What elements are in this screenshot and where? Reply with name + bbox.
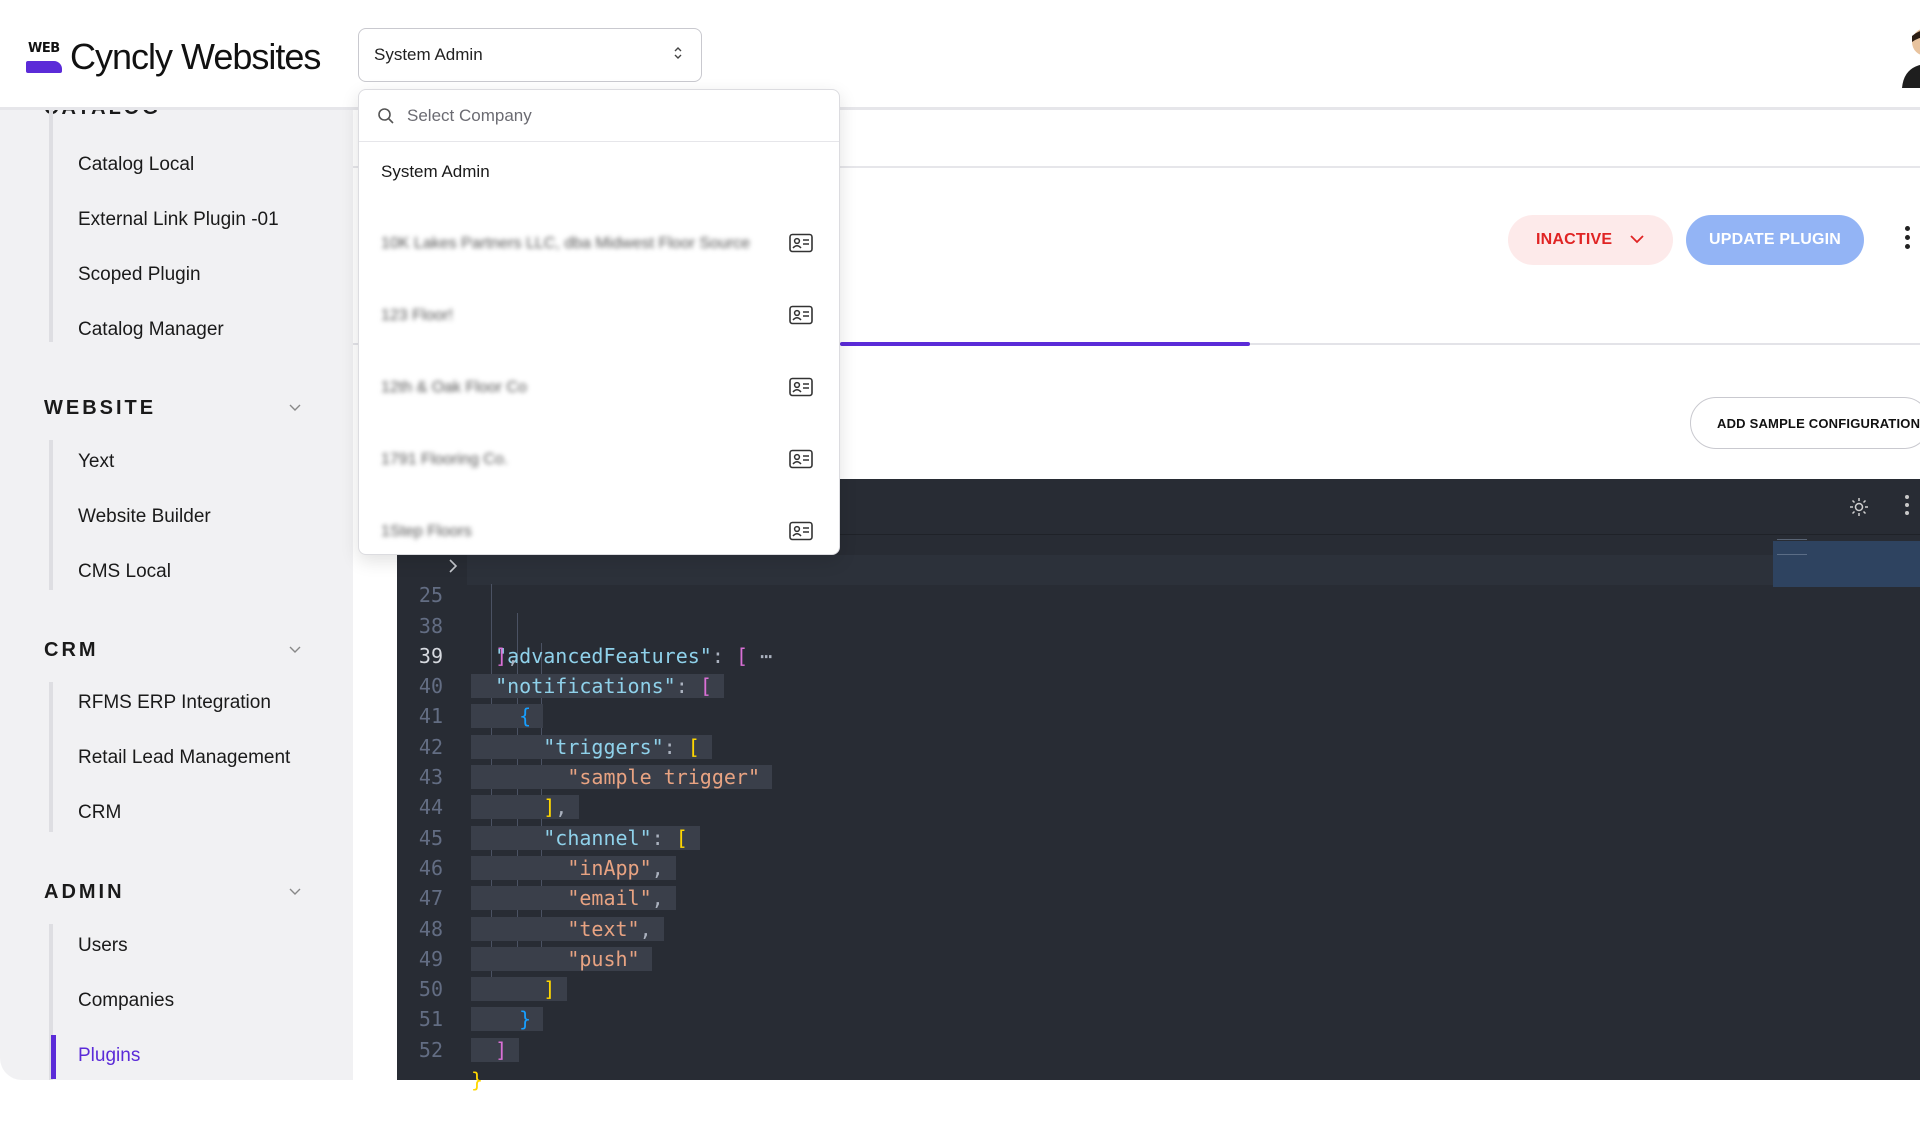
code-line: 49 ] bbox=[397, 914, 1773, 1002]
chevron-down-icon bbox=[1630, 235, 1644, 244]
fold-chevron-icon[interactable] bbox=[447, 558, 459, 574]
code-line: 45 "inApp", bbox=[397, 792, 1773, 880]
sidebar-section-catalog[interactable]: CATALOG bbox=[44, 110, 161, 120]
code-line: 52 } bbox=[418, 1037, 484, 1093]
code-line: 41 "triggers": [ bbox=[397, 671, 1773, 759]
code-line: 40 { bbox=[397, 641, 1773, 729]
active-indicator bbox=[51, 1035, 56, 1079]
logo-badge: WEB bbox=[28, 41, 60, 56]
code-line: 46 "email", bbox=[397, 823, 1773, 911]
chevron-down-icon[interactable] bbox=[288, 643, 302, 657]
code-line: 38 ], bbox=[418, 613, 520, 668]
sun-icon[interactable] bbox=[1849, 497, 1869, 517]
company-select-value: System Admin bbox=[374, 45, 483, 64]
sidebar-item-users[interactable]: Users bbox=[78, 935, 128, 957]
code-line: 44 "channel": [ bbox=[397, 762, 1773, 850]
sidebar: CATALOG Catalog Local External Link Plug… bbox=[0, 110, 353, 1080]
search-icon bbox=[378, 108, 394, 124]
kebab-icon[interactable] bbox=[1905, 495, 1911, 519]
sidebar-section-admin[interactable]: ADMIN bbox=[44, 881, 125, 904]
chevron-updown-icon bbox=[674, 47, 682, 59]
id-card-icon[interactable] bbox=[789, 305, 813, 325]
sidebar-item-retail-lead-management[interactable]: Retail Lead Management bbox=[78, 747, 290, 769]
sidebar-section-website[interactable]: WEBSITE bbox=[44, 397, 156, 420]
company-select[interactable]: System Admin bbox=[358, 28, 702, 82]
code-line: 47 "text", bbox=[397, 853, 1773, 941]
update-plugin-button[interactable]: UPDATE PLUGIN bbox=[1686, 215, 1864, 265]
company-search bbox=[359, 90, 839, 142]
code-lines[interactable]: 25 "advancedFeatures": [ ⋯ 38 ], 39 "not… bbox=[397, 550, 1773, 1093]
sidebar-item-catalog-manager[interactable]: Catalog Manager bbox=[78, 319, 224, 341]
company-option[interactable]: 12th & Oak Floor Co bbox=[359, 359, 839, 417]
chevron-down-icon[interactable] bbox=[288, 885, 302, 899]
active-tab-indicator bbox=[840, 342, 1250, 346]
status-dropdown-button[interactable]: INACTIVE bbox=[1508, 215, 1673, 265]
code-line: 43 ], bbox=[397, 732, 1773, 820]
logo-mark-icon: WEB bbox=[26, 39, 62, 75]
company-option[interactable]: 1Step Floors bbox=[359, 503, 839, 554]
chevron-down-icon[interactable] bbox=[288, 401, 302, 415]
company-dropdown: System Admin 10K Lakes Partners LLC, dba… bbox=[358, 89, 840, 555]
sidebar-section-crm[interactable]: CRM bbox=[44, 639, 99, 662]
kebab-icon[interactable] bbox=[1903, 226, 1911, 254]
sidebar-item-cms-local[interactable]: CMS Local bbox=[78, 561, 171, 583]
code-line: 51 ] bbox=[397, 974, 1773, 1062]
company-option[interactable]: 10K Lakes Partners LLC, dba Midwest Floo… bbox=[359, 215, 839, 273]
company-option[interactable]: 123 Floor! bbox=[359, 287, 839, 345]
company-search-input[interactable] bbox=[407, 102, 817, 130]
code-line: 39 "notifications": [ bbox=[397, 611, 1773, 699]
top-header: WEB Cyncly Websites System Admin bbox=[0, 0, 1920, 110]
sidebar-item-external-link-plugin[interactable]: External Link Plugin -01 bbox=[78, 209, 279, 231]
sidebar-item-rfms-erp-integration[interactable]: RFMS ERP Integration bbox=[78, 692, 271, 714]
code-line: 48 "push" bbox=[397, 883, 1773, 971]
sidebar-item-catalog-local[interactable]: Catalog Local bbox=[78, 154, 194, 176]
id-card-icon[interactable] bbox=[789, 521, 813, 541]
user-avatar[interactable] bbox=[1898, 22, 1920, 88]
id-card-icon[interactable] bbox=[789, 377, 813, 397]
sidebar-item-scoped-plugin[interactable]: Scoped Plugin bbox=[78, 264, 201, 286]
code-line: 50 } bbox=[397, 944, 1773, 1032]
sidebar-item-website-builder[interactable]: Website Builder bbox=[78, 506, 211, 528]
sidebar-item-companies[interactable]: Companies bbox=[78, 990, 174, 1012]
code-line: 42 "sample trigger" bbox=[397, 701, 1773, 790]
company-option[interactable]: System Admin bbox=[359, 143, 839, 201]
id-card-icon[interactable] bbox=[789, 449, 813, 469]
sidebar-item-yext[interactable]: Yext bbox=[78, 451, 114, 473]
status-label: INACTIVE bbox=[1536, 231, 1613, 248]
sidebar-item-plugins[interactable]: Plugins bbox=[78, 1045, 140, 1067]
sidebar-item-crm[interactable]: CRM bbox=[78, 802, 121, 824]
app-logo[interactable]: WEB Cyncly Websites bbox=[26, 36, 321, 78]
id-card-icon[interactable] bbox=[789, 233, 813, 253]
company-option[interactable]: 1791 Flooring Co. bbox=[359, 431, 839, 489]
logo-text: Cyncly Websites bbox=[70, 36, 321, 77]
catalog-group-line bbox=[49, 110, 53, 342]
add-sample-configuration-button[interactable]: ADD SAMPLE CONFIGURATION bbox=[1690, 397, 1920, 449]
code-editor[interactable]: 25 "advancedFeatures": [ ⋯ 38 ], 39 "not… bbox=[397, 479, 1920, 1093]
